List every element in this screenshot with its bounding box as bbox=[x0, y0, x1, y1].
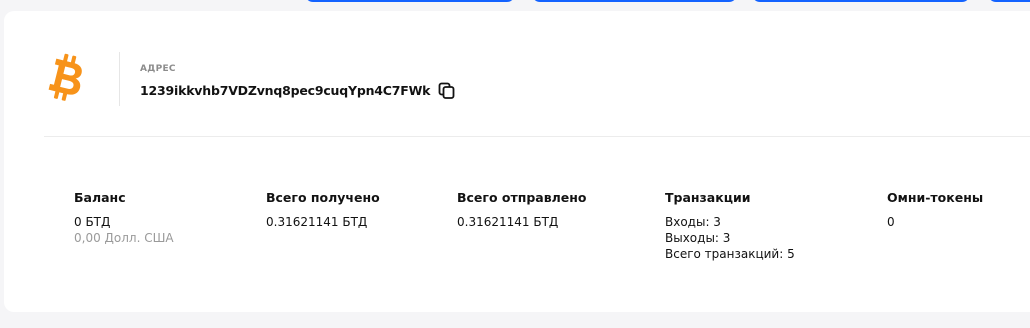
transactions-stat: Транзакции Входы: 3 Выходы: 3 Всего тран… bbox=[665, 190, 795, 262]
received-stat: Всего получено 0.31621141 БТД bbox=[266, 190, 380, 230]
sent-amount: 0.31621141 БТД bbox=[457, 215, 559, 229]
sent-title: Всего отправлено bbox=[457, 190, 587, 205]
balance-fiat: 0,00 Долл. США bbox=[74, 231, 174, 245]
address-card bbox=[4, 11, 1030, 312]
omni-value: 0 bbox=[887, 215, 895, 229]
omni-stat: Омни-токены 0 bbox=[887, 190, 983, 230]
address-label: АДРЕС bbox=[140, 64, 176, 74]
balance-stat: Баланс 0 БТД 0,00 Долл. США bbox=[74, 190, 174, 246]
omni-title: Омни-токены bbox=[887, 190, 984, 205]
address-value[interactable]: 1239ikkvhb7VDZvnq8pec9cuqYpn4C7FWk bbox=[140, 83, 430, 98]
top-tab-button-2[interactable] bbox=[532, 0, 737, 2]
top-tab-button-3[interactable] bbox=[752, 0, 970, 2]
copy-icon[interactable] bbox=[438, 82, 456, 100]
transactions-outputs: Выходы: 3 bbox=[665, 231, 731, 245]
vertical-divider bbox=[119, 52, 120, 106]
transactions-inputs: Входы: 3 bbox=[665, 215, 721, 229]
transactions-title: Транзакции bbox=[665, 190, 751, 205]
address-row: 1239ikkvhb7VDZvnq8pec9cuqYpn4C7FWk bbox=[140, 81, 456, 99]
balance-amount: 0 БТД bbox=[74, 215, 111, 229]
bitcoin-icon bbox=[48, 53, 82, 101]
received-amount: 0.31621141 БТД bbox=[266, 215, 368, 229]
top-tab-button-1[interactable] bbox=[305, 0, 515, 2]
balance-title: Баланс bbox=[74, 190, 126, 205]
transactions-total: Всего транзакций: 5 bbox=[665, 247, 795, 261]
received-title: Всего получено bbox=[266, 190, 380, 205]
top-tab-button-4[interactable] bbox=[988, 0, 1030, 2]
horizontal-divider bbox=[44, 136, 1030, 137]
sent-stat: Всего отправлено 0.31621141 БТД bbox=[457, 190, 587, 230]
